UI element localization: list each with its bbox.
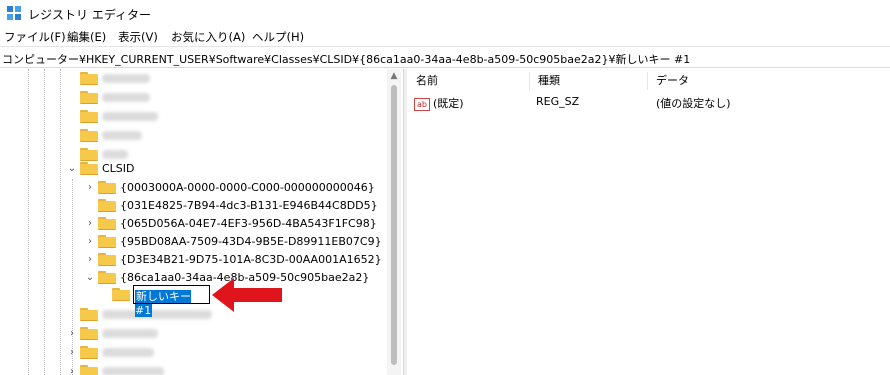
tree-item-clsid-child[interactable]: › {D3E34B21-9D75-101A-8C3D-00AA001A1652}	[84, 250, 382, 269]
chevron-right-icon[interactable]: ›	[66, 324, 78, 343]
tree-item-clsid-child[interactable]: › {065D056A-04E7-4EF3-956D-4BA543F1FC98}	[84, 214, 377, 233]
window-title: レジストリ エディター	[28, 8, 151, 22]
chevron-right-icon[interactable]: ›	[66, 343, 78, 362]
folder-icon	[80, 162, 98, 175]
key-tree[interactable]: ⌄ CLSID › {0003000A-0000-0000-C000-00000…	[0, 69, 401, 375]
tree-item-clsid-child[interactable]: {031E4825-7B94-4dc3-B131-E946B44C8DD5}	[84, 196, 378, 215]
address-path[interactable]: コンピューター¥HKEY_CURRENT_USER¥Software¥Class…	[2, 51, 690, 67]
tree-item-obscured[interactable]: ›	[66, 324, 158, 343]
value-data: (値の設定なし)	[656, 97, 731, 110]
registry-editor-icon	[7, 6, 21, 20]
tree-item-label: {95BD08AA-7509-43D4-9B5E-D89911EB07C9}	[120, 235, 382, 248]
values-list[interactable]: 名前 種類 データ ab (既定) REG_SZ (値の設定なし)	[408, 69, 890, 375]
tree-item-obscured[interactable]	[66, 126, 142, 145]
folder-icon	[80, 327, 98, 340]
chevron-down-icon[interactable]: ⌄	[66, 159, 78, 178]
tree-item-obscured[interactable]	[66, 88, 150, 107]
tree-item-label: CLSID	[102, 162, 135, 175]
tree-item-clsid-child[interactable]: › {95BD08AA-7509-43D4-9B5E-D89911EB07C9}	[84, 232, 382, 251]
column-header-data[interactable]: データ	[648, 72, 890, 90]
chevron-right-icon[interactable]: ›	[84, 178, 96, 197]
folder-icon	[98, 217, 116, 230]
value-type: REG_SZ	[536, 95, 580, 108]
menu-bar: ファイル(F) 編集(E) 表示(V) お気に入り(A) ヘルプ(H)	[0, 26, 890, 46]
folder-icon	[112, 288, 130, 301]
folder-icon	[80, 72, 98, 85]
string-value-icon: ab	[414, 97, 430, 111]
rename-key-input[interactable]: 新しいキー #1	[133, 285, 210, 317]
tree-item-clsid-child[interactable]: › {0003000A-0000-0000-C000-000000000046}	[84, 178, 375, 197]
tree-item-label: {0003000A-0000-0000-C000-000000000046}	[120, 181, 375, 194]
tree-item-label: {D3E34B21-9D75-101A-8C3D-00AA001A1652}	[120, 253, 382, 266]
title-bar: レジストリ エディター	[0, 0, 890, 26]
red-arrow-annotation	[212, 278, 282, 312]
tree-item-obscured[interactable]	[66, 107, 158, 126]
folder-icon	[80, 110, 98, 123]
tree-item-clsid[interactable]: ⌄ CLSID	[66, 159, 135, 178]
tree-item-new-key[interactable]	[98, 285, 134, 304]
scroll-up-icon[interactable]: ▲	[387, 71, 401, 81]
tree-guide-line	[44, 69, 45, 375]
folder-icon	[80, 365, 98, 375]
menu-file[interactable]: ファイル(F)	[4, 29, 66, 45]
menu-favorites[interactable]: お気に入り(A)	[171, 29, 245, 45]
column-header-type[interactable]: 種類	[530, 72, 648, 90]
menu-edit[interactable]: 編集(E)	[67, 29, 106, 45]
address-bar[interactable]: コンピューター¥HKEY_CURRENT_USER¥Software¥Class…	[0, 46, 890, 68]
tree-item-label: {065D056A-04E7-4EF3-956D-4BA543F1FC98}	[120, 217, 377, 230]
chevron-right-icon[interactable]: ›	[84, 232, 96, 251]
chevron-right-icon[interactable]: ›	[84, 250, 96, 269]
tree-guide-line	[60, 69, 61, 375]
folder-icon	[80, 346, 98, 359]
tree-item-obscured[interactable]: ›	[66, 343, 154, 362]
tree-scrollbar[interactable]: ▲	[387, 69, 401, 375]
folder-icon	[80, 129, 98, 142]
chevron-right-icon[interactable]: ›	[66, 362, 78, 375]
tree-item-obscured[interactable]	[66, 69, 150, 88]
tree-guide-line	[28, 69, 29, 375]
value-row[interactable]: ab (既定)	[414, 95, 464, 111]
folder-icon	[98, 253, 116, 266]
menu-view[interactable]: 表示(V)	[118, 29, 158, 45]
folder-icon	[98, 199, 116, 212]
tree-item-label: {031E4825-7B94-4dc3-B131-E946B44C8DD5}	[120, 199, 378, 212]
menu-help[interactable]: ヘルプ(H)	[252, 29, 304, 45]
chevron-down-icon[interactable]: ⌄	[84, 268, 96, 287]
scrollbar-thumb[interactable]	[391, 85, 397, 365]
column-header-name[interactable]: 名前	[408, 72, 530, 90]
value-name: (既定)	[433, 97, 464, 110]
folder-icon	[98, 235, 116, 248]
chevron-right-icon[interactable]: ›	[84, 214, 96, 233]
folder-icon	[98, 271, 116, 284]
folder-icon	[80, 308, 98, 321]
folder-icon	[80, 91, 98, 104]
pane-splitter[interactable]	[403, 69, 407, 375]
tree-item-obscured[interactable]: ›	[66, 362, 164, 375]
folder-icon	[98, 181, 116, 194]
